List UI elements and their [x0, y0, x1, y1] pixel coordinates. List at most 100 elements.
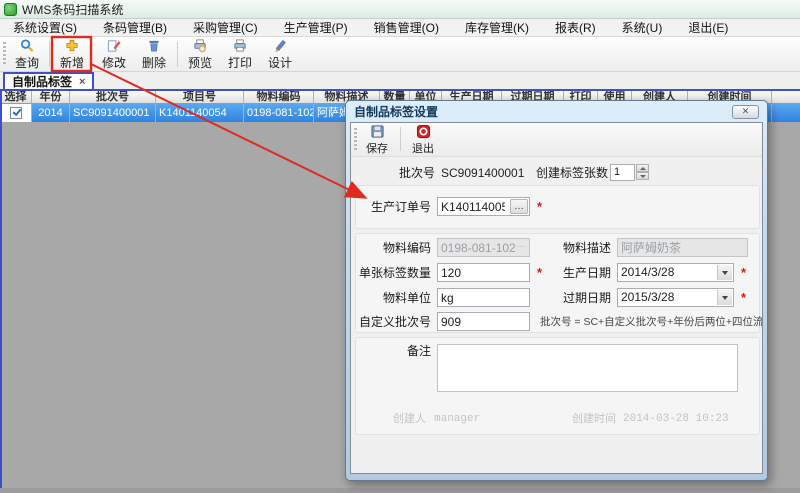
- required-asterisk: *: [741, 263, 746, 283]
- custom-batch-input[interactable]: [437, 312, 530, 331]
- tab-label: 自制品标签: [12, 73, 72, 90]
- col-batch-no[interactable]: 批次号: [70, 91, 156, 104]
- menu-item-barcode-mgmt[interactable]: 条码管理(B): [90, 18, 180, 37]
- preview-button[interactable]: 预览: [181, 38, 219, 71]
- remark-label: 备注: [356, 341, 431, 361]
- exit-button[interactable]: 退出: [406, 124, 440, 156]
- exp-date-combo[interactable]: 2015/3/28: [617, 288, 734, 307]
- spinner-down-button[interactable]: [636, 172, 649, 180]
- dialog-toolbar-grip: [354, 128, 357, 152]
- toolbar-grip: [3, 42, 6, 66]
- menubar: 系统设置(S) 条码管理(B) 采购管理(C) 生产管理(P) 销售管理(O) …: [0, 19, 800, 37]
- menu-item-system[interactable]: 系统(U): [609, 18, 676, 37]
- tab-strip: [0, 72, 800, 89]
- combo-dropdown-button[interactable]: [717, 290, 732, 305]
- label-copies-label: 创建标签张数: [501, 163, 608, 183]
- browse-button[interactable]: …: [510, 199, 528, 214]
- labels-per-sheet-input[interactable]: [437, 263, 530, 282]
- material-code-label: 物料编码: [356, 238, 431, 258]
- required-asterisk: *: [537, 263, 542, 283]
- col-material-code[interactable]: 物料编码: [244, 91, 314, 104]
- print-preview-icon: [192, 38, 208, 53]
- tabpage-left-border: [0, 89, 2, 488]
- main-toolbar: 查询 新增 修改 删除 预览 打印 设计: [0, 37, 800, 72]
- cell-project-no: K1401140054: [156, 104, 244, 122]
- material-unit-label: 物料单位: [356, 288, 431, 308]
- copies-spinner: [636, 164, 649, 181]
- required-asterisk: *: [741, 288, 746, 308]
- prod-order-input[interactable]: [438, 198, 508, 215]
- delete-button[interactable]: 删除: [135, 38, 173, 71]
- modify-button[interactable]: 修改: [95, 38, 133, 71]
- tab-close-icon[interactable]: ×: [79, 76, 85, 88]
- window-title: WMS条码扫描系统: [22, 1, 123, 18]
- menu-item-exit[interactable]: 退出(E): [675, 18, 741, 37]
- add-button[interactable]: 新增: [53, 38, 91, 71]
- label-settings-dialog: 自制品标签设置 ✕ 保存 退出 批次号 SC9091400001 创建标签张数: [345, 100, 768, 481]
- window-titlebar: WMS条码扫描系统: [0, 0, 800, 19]
- material-unit-input[interactable]: [437, 288, 530, 307]
- menu-item-system-settings[interactable]: 系统设置(S): [0, 18, 90, 37]
- add-icon: [64, 38, 80, 53]
- prod-order-label: 生产订单号: [356, 197, 431, 217]
- toolbar-separator: [177, 42, 178, 67]
- prod-date-combo[interactable]: 2014/3/28: [617, 263, 734, 282]
- material-desc-label: 物料描述: [559, 238, 611, 258]
- cell-batch-no: SC9091400001: [70, 104, 156, 122]
- remark-textarea[interactable]: [437, 344, 738, 392]
- app-icon: [4, 3, 17, 16]
- menu-item-inventory-mgmt[interactable]: 库存管理(K): [452, 18, 542, 37]
- creator-label: 创建人: [393, 412, 426, 426]
- created-time-value: 2014-03-28 10:23: [623, 412, 729, 426]
- batch-format-hint: 批次号 = SC+自定义批次号+年份后两位+四位流水号: [540, 312, 763, 332]
- menu-item-production-mgmt[interactable]: 生产管理(P): [271, 18, 361, 37]
- print-button[interactable]: 打印: [221, 38, 259, 71]
- save-button[interactable]: 保存: [360, 124, 394, 156]
- application-window: WMS条码扫描系统 系统设置(S) 条码管理(B) 采购管理(C) 生产管理(P…: [0, 0, 800, 493]
- dialog-title: 自制品标签设置: [354, 103, 438, 120]
- required-asterisk: *: [537, 197, 542, 217]
- spinner-down-icon: [640, 175, 646, 178]
- design-icon: [272, 38, 288, 53]
- menu-item-reports[interactable]: 报表(R): [542, 18, 609, 37]
- exit-icon: [416, 124, 431, 139]
- labels-per-sheet-label: 单张标签数量: [356, 263, 431, 283]
- printer-icon: [232, 38, 248, 53]
- material-desc-input: [617, 238, 748, 257]
- col-select[interactable]: 选择: [0, 91, 32, 104]
- menu-item-purchase-mgmt[interactable]: 采购管理(C): [180, 18, 271, 37]
- col-project-no[interactable]: 项目号: [156, 91, 244, 104]
- tab-self-made-label[interactable]: 自制品标签 ×: [3, 72, 94, 91]
- cell-material-code: 0198-081-102: [244, 104, 314, 122]
- dialog-titlebar[interactable]: 自制品标签设置 ✕: [350, 101, 763, 122]
- col-filler: [772, 91, 800, 104]
- dialog-toolbar: 保存 退出: [351, 123, 762, 157]
- exp-date-label: 过期日期: [559, 288, 611, 308]
- prod-order-field: …: [437, 197, 530, 216]
- cell-year: 2014: [32, 104, 70, 122]
- spinner-up-icon: [640, 167, 646, 170]
- chevron-down-icon: [722, 271, 728, 275]
- chevron-down-icon: [722, 296, 728, 300]
- dialog-toolbar-separator: [400, 127, 401, 151]
- dialog-close-button[interactable]: ✕: [732, 105, 759, 119]
- remark-group: 备注 创建人 manager 创建时间 2014-03-28 10:23: [355, 337, 760, 435]
- combo-dropdown-button[interactable]: [717, 265, 732, 280]
- menu-item-sales-mgmt[interactable]: 销售管理(O): [361, 18, 452, 37]
- search-icon: [19, 38, 35, 53]
- save-icon: [370, 124, 385, 139]
- design-button[interactable]: 设计: [261, 38, 299, 71]
- label-copies-input[interactable]: 1: [610, 164, 635, 181]
- col-year[interactable]: 年份: [32, 91, 70, 104]
- order-group: 生产订单号 … *: [355, 185, 760, 229]
- created-time-label: 创建时间: [572, 412, 616, 426]
- trash-icon: [146, 38, 162, 53]
- batch-no-label: 批次号: [356, 163, 435, 183]
- row-checkbox[interactable]: [10, 107, 22, 119]
- prod-date-label: 生产日期: [559, 263, 611, 283]
- custom-batch-label: 自定义批次号: [356, 312, 431, 332]
- creator-value: manager: [434, 412, 480, 426]
- row-select-cell: [0, 104, 32, 122]
- spinner-up-button[interactable]: [636, 164, 649, 172]
- query-button[interactable]: 查询: [8, 38, 46, 71]
